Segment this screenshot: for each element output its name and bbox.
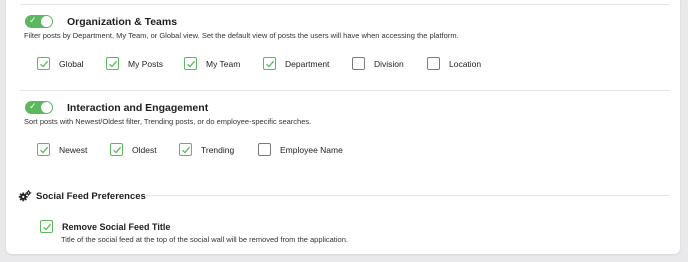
checkbox[interactable] xyxy=(37,143,50,156)
social-section-header: Social Feed Preferences xyxy=(18,189,146,203)
check-icon: ✓ xyxy=(29,102,37,112)
option-label: Global xyxy=(59,58,84,69)
org-section-header: ✓ Organization & Teams xyxy=(25,15,177,28)
checkbox[interactable] xyxy=(184,57,197,70)
check-icon xyxy=(113,146,122,154)
check-icon xyxy=(109,60,118,68)
social-divider xyxy=(146,195,670,196)
section-divider xyxy=(20,90,670,91)
check-icon xyxy=(40,146,49,154)
checkbox[interactable] xyxy=(352,57,365,70)
checkbox[interactable] xyxy=(179,143,192,156)
org-title: Organization & Teams xyxy=(67,15,178,28)
check-icon xyxy=(187,60,196,68)
top-divider xyxy=(20,4,670,5)
org-option-my-posts[interactable]: My Posts xyxy=(106,57,163,70)
checkbox[interactable] xyxy=(40,220,53,233)
interaction-option-newest[interactable]: Newest xyxy=(37,143,87,156)
social-title: Social Feed Preferences xyxy=(36,190,146,202)
org-toggle[interactable]: ✓ xyxy=(25,15,53,28)
org-option-department[interactable]: Department xyxy=(263,57,329,70)
org-option-division[interactable]: Division xyxy=(352,57,404,70)
option-label: My Posts xyxy=(128,58,163,69)
remove-title-label: Remove Social Feed Title xyxy=(62,221,171,232)
remove-social-feed-title-option[interactable]: Remove Social Feed Title xyxy=(40,220,170,233)
interaction-option-trending[interactable]: Trending xyxy=(179,143,234,156)
check-icon xyxy=(43,223,52,231)
toggle-knob xyxy=(41,16,52,27)
check-icon xyxy=(266,60,275,68)
interaction-toggle[interactable]: ✓ xyxy=(25,101,53,114)
option-label: Location xyxy=(449,58,482,69)
interaction-option-employee-name[interactable]: Employee Name xyxy=(258,143,343,156)
checkbox[interactable] xyxy=(258,143,271,156)
check-icon: ✓ xyxy=(29,16,37,26)
interaction-option-oldest[interactable]: Oldest xyxy=(110,143,157,156)
org-option-global[interactable]: Global xyxy=(37,57,84,70)
remove-title-description: Title of the social feed at the top of t… xyxy=(61,235,348,244)
org-option-location[interactable]: Location xyxy=(427,57,481,70)
interaction-title: Interaction and Engagement xyxy=(67,101,209,114)
check-icon xyxy=(40,60,49,68)
checkbox[interactable] xyxy=(106,57,119,70)
checkbox[interactable] xyxy=(263,57,276,70)
option-label: Employee Name xyxy=(280,144,343,155)
checkbox[interactable] xyxy=(110,143,123,156)
option-label: Division xyxy=(374,58,404,69)
checkbox[interactable] xyxy=(427,57,440,70)
option-label: Newest xyxy=(59,144,88,155)
interaction-section-header: ✓ Interaction and Engagement xyxy=(25,101,208,114)
org-description: Filter posts by Department, My Team, or … xyxy=(24,31,459,40)
option-label: Department xyxy=(285,58,330,69)
option-label: My Team xyxy=(206,58,241,69)
toggle-knob xyxy=(41,102,52,113)
org-option-my-team[interactable]: My Team xyxy=(184,57,240,70)
option-label: Oldest xyxy=(132,144,157,155)
checkbox[interactable] xyxy=(37,57,50,70)
option-label: Trending xyxy=(201,144,235,155)
interaction-description: Sort posts with Newest/Oldest filter, Tr… xyxy=(24,117,312,126)
check-icon xyxy=(182,146,191,154)
settings-card: ✓ Organization & Teams Filter posts by D… xyxy=(6,0,680,254)
gears-icon xyxy=(18,190,32,202)
